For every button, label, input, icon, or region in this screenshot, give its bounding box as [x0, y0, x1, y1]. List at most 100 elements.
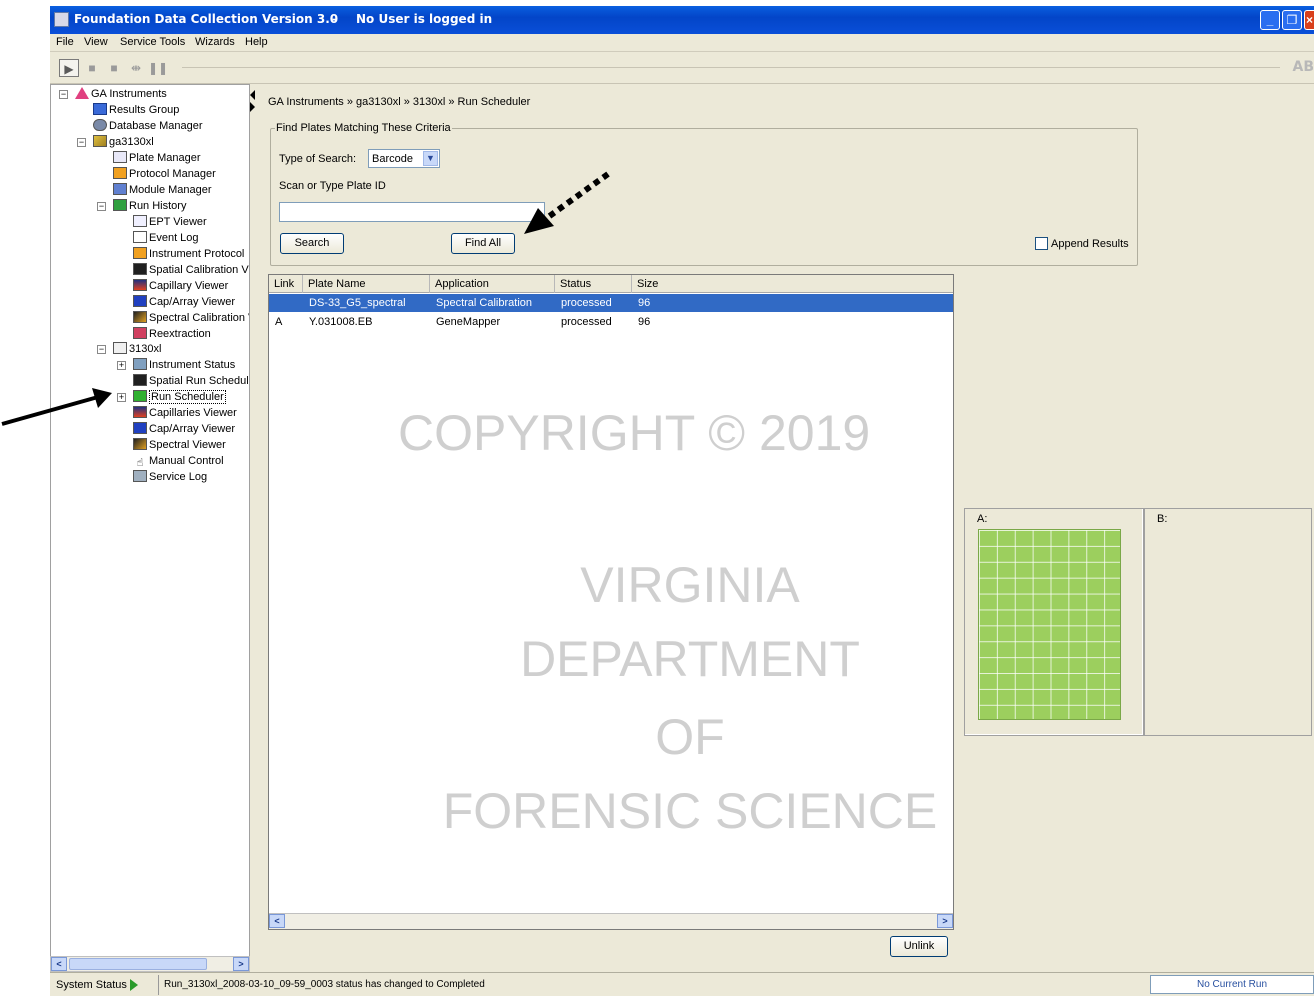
collapse-left-icon[interactable] — [250, 90, 255, 100]
tree-item-capillary-viewer[interactable]: Capillary Viewer — [133, 278, 228, 294]
tree-item-results-group[interactable]: Results Group — [93, 102, 179, 118]
menu-bar: File View Service Tools Wizards Help — [50, 34, 1314, 52]
expand-icon[interactable]: + — [117, 361, 126, 370]
collapse-icon[interactable]: − — [59, 90, 68, 99]
column-header-application[interactable]: Application — [430, 275, 555, 293]
scroll-thumb[interactable] — [69, 958, 207, 970]
find-legend: Find Plates Matching These Criteria — [275, 122, 452, 134]
protocol-icon — [133, 247, 147, 259]
tree-item-protocol-manager[interactable]: Protocol Manager — [113, 166, 216, 182]
tree-item-event-log[interactable]: Event Log — [133, 230, 199, 246]
tree-item-ga3130xl[interactable]: ga3130xl — [93, 134, 154, 150]
tree-item-spatial-calibration-viewer[interactable]: Spatial Calibration Vi — [133, 262, 249, 278]
protocol-icon — [113, 167, 127, 179]
cell-status: processed — [561, 316, 612, 328]
collapse-icon[interactable]: − — [77, 138, 86, 147]
tree-item-spatial-run-scheduler[interactable]: Spatial Run Schedule — [133, 373, 249, 389]
skip-icon[interactable]: ⇼ — [126, 59, 146, 77]
tree-item-instrument-protocol[interactable]: Instrument Protocol — [133, 246, 244, 262]
plate-position-b[interactable]: B: — [1144, 508, 1312, 736]
pause-icon[interactable]: ■ — [104, 59, 124, 77]
status-icon — [133, 358, 147, 370]
menu-view[interactable]: View — [84, 36, 108, 48]
ept-chart-icon — [133, 215, 147, 227]
column-header-size[interactable]: Size — [632, 275, 953, 293]
plate-id-label: Scan or Type Plate ID — [279, 180, 386, 192]
plate-position-a[interactable]: A: — [964, 508, 1144, 736]
user-status: No User is logged in — [356, 12, 493, 26]
caparray-icon — [133, 422, 147, 434]
collapse-icon[interactable]: − — [97, 202, 106, 211]
watermark-of: OF — [655, 709, 725, 765]
plate-a-wells[interactable] — [978, 529, 1121, 720]
menu-wizards[interactable]: Wizards — [195, 36, 235, 48]
tree-item-database-manager[interactable]: Database Manager — [93, 118, 203, 134]
column-header-plate-name[interactable]: Plate Name — [303, 275, 430, 293]
tree-item-ept-viewer[interactable]: EPT Viewer — [133, 214, 207, 230]
plate-icon — [113, 151, 127, 163]
table-row[interactable]: A Y.031008.EB GeneMapper processed 96 — [269, 313, 953, 331]
menu-service-tools[interactable]: Service Tools — [120, 36, 185, 48]
caparray-icon — [133, 295, 147, 307]
toolbar: ▶ ■ ■ ⇼ ❚❚ AB — [50, 52, 1314, 84]
chevron-down-icon[interactable]: ▼ — [423, 151, 438, 166]
scroll-right-icon[interactable]: > — [233, 957, 249, 971]
stop-icon[interactable]: ■ — [82, 59, 102, 77]
menu-file[interactable]: File — [56, 36, 74, 48]
column-header-status[interactable]: Status — [555, 275, 632, 293]
tree-item-reextraction[interactable]: Reextraction — [133, 326, 211, 342]
scroll-left-icon[interactable]: < — [269, 914, 285, 928]
title-bar: Foundation Data Collection Version 3.0 -… — [50, 6, 1314, 34]
tree-item-instrument-status[interactable]: Instrument Status — [133, 357, 235, 373]
table-horizontal-scrollbar[interactable]: < > — [269, 913, 953, 929]
close-icon[interactable]: × — [1304, 10, 1314, 30]
cell-application: GeneMapper — [436, 316, 501, 328]
append-results-checkbox[interactable] — [1035, 237, 1048, 250]
play-icon[interactable]: ▶ — [59, 59, 79, 77]
column-header-link[interactable]: Link — [269, 275, 303, 293]
watermark-forensic-science: FORENSIC SCIENCE — [442, 783, 938, 839]
minimize-icon[interactable]: _ — [1260, 10, 1280, 30]
append-results-label: Append Results — [1051, 238, 1129, 250]
tree-item-spectral-viewer[interactable]: Spectral Viewer — [133, 437, 226, 453]
run-history-icon — [113, 199, 127, 211]
cell-plate-name: DS-33_G5_spectral — [309, 297, 406, 309]
menu-help[interactable]: Help — [245, 36, 268, 48]
unlink-button[interactable]: Unlink — [890, 936, 948, 957]
tree-item-module-manager[interactable]: Module Manager — [113, 182, 212, 198]
module-icon — [113, 183, 127, 195]
pointer-arrow-icon — [1, 388, 112, 426]
tree-item-caparray-viewer-2[interactable]: Cap/Array Viewer — [133, 421, 235, 437]
tree-item-ga-instruments[interactable]: GA Instruments — [75, 86, 167, 102]
title-separator: - — [332, 12, 337, 26]
tree-item-plate-manager[interactable]: Plate Manager — [113, 150, 201, 166]
system-status-arrow-icon[interactable] — [130, 979, 138, 991]
tree-item-service-log[interactable]: Service Log — [133, 469, 207, 485]
collapse-icon[interactable]: − — [97, 345, 106, 354]
search-button[interactable]: Search — [280, 233, 344, 254]
tree-item-spectral-calibration-viewer[interactable]: Spectral Calibration V — [133, 310, 249, 326]
watermark-virginia: VIRGINIA — [580, 557, 800, 613]
find-all-button[interactable]: Find All — [451, 233, 515, 254]
pause-bars-icon[interactable]: ❚❚ — [148, 59, 168, 77]
table-row[interactable]: DS-33_G5_spectral Spectral Calibration p… — [269, 294, 953, 312]
tree-item-3130xl[interactable]: 3130xl — [113, 341, 161, 357]
tree-item-run-scheduler[interactable]: Run Scheduler — [133, 389, 226, 405]
navigation-tree: − GA Instruments Results Group Database … — [50, 84, 250, 972]
search-type-label: Type of Search: — [279, 153, 357, 165]
cell-status: processed — [561, 297, 612, 309]
tree-horizontal-scrollbar[interactable]: < > — [50, 956, 250, 972]
cell-link: A — [275, 316, 283, 328]
tree-item-caparray-viewer[interactable]: Cap/Array Viewer — [133, 294, 235, 310]
tree-item-manual-control[interactable]: ☝ Manual Control — [133, 453, 224, 469]
expand-right-icon[interactable] — [250, 102, 255, 112]
panel-splitter[interactable] — [250, 84, 258, 972]
scroll-right-icon[interactable]: > — [937, 914, 953, 928]
search-type-select[interactable]: Barcode ▼ — [368, 149, 440, 168]
plate-id-input[interactable] — [279, 202, 545, 222]
scroll-left-icon[interactable]: < — [51, 957, 67, 971]
tree-item-run-history[interactable]: Run History — [113, 198, 186, 214]
watermark-copyright: COPYRIGHT © 2019 — [398, 405, 871, 461]
tree-item-capillaries-viewer[interactable]: Capillaries Viewer — [133, 405, 237, 421]
restore-icon[interactable]: ❐ — [1282, 10, 1302, 30]
